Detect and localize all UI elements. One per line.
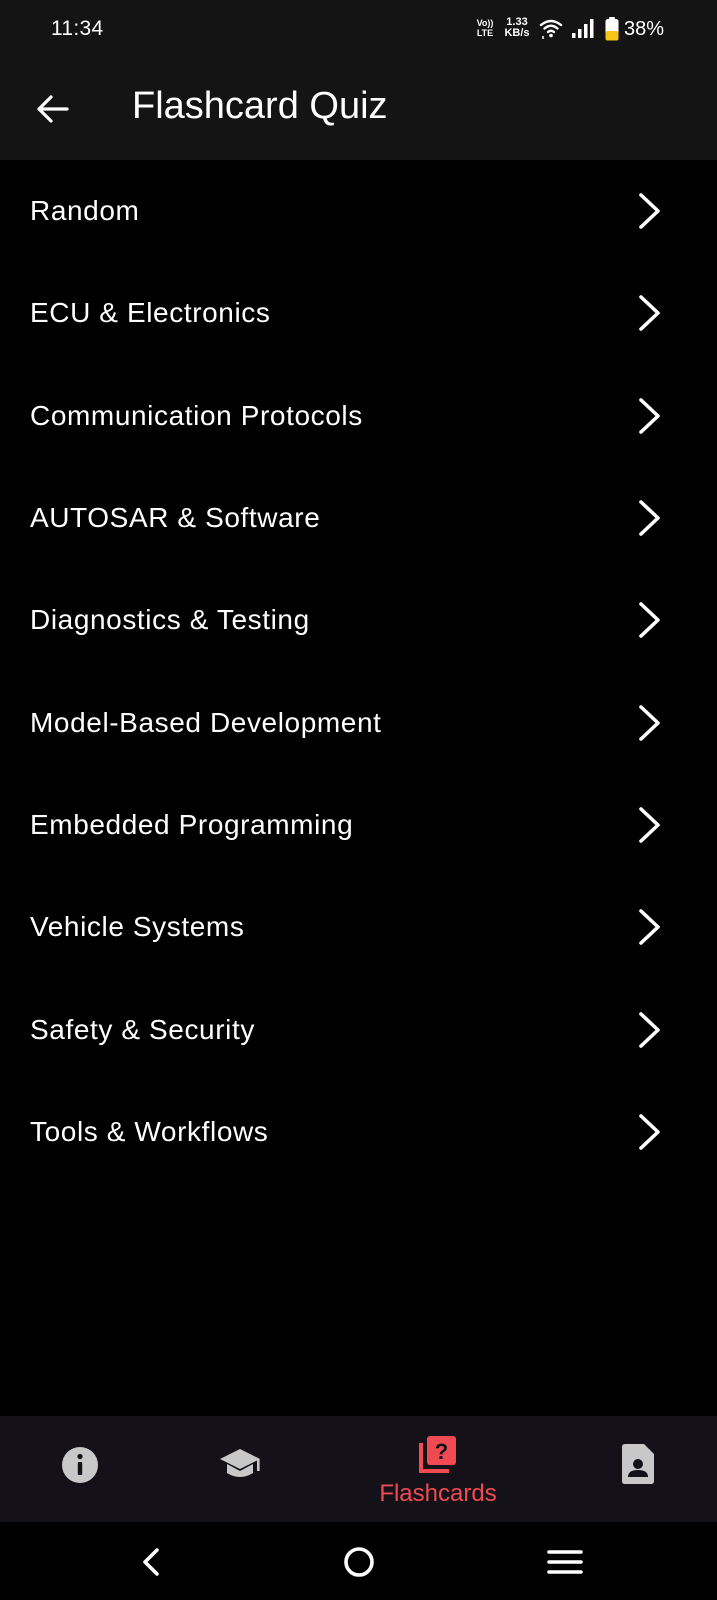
bottom-navigation: ? Flashcards <box>0 1416 717 1522</box>
battery-icon <box>605 17 619 41</box>
volte-indicator: Vo)) LTE <box>476 18 494 38</box>
chevron-right-icon <box>639 193 660 229</box>
chevron-right-icon <box>639 397 660 434</box>
category-label: Model-Based Development <box>30 706 382 738</box>
category-item-tools-workflows[interactable]: Tools & Workflows <box>0 1081 717 1183</box>
category-item-model-based-development[interactable]: Model-Based Development <box>0 671 717 773</box>
nav-item-profile[interactable] <box>568 1416 708 1522</box>
system-navigation-bar <box>0 1522 717 1600</box>
category-label: Diagnostics & Testing <box>30 604 310 636</box>
home-icon[interactable] <box>337 1540 381 1584</box>
category-label: Embedded Programming <box>30 808 354 840</box>
nav-item-info[interactable] <box>10 1416 150 1522</box>
arrow-back-icon[interactable] <box>34 91 70 127</box>
network-speed: 1.33 KB/s <box>504 16 530 39</box>
category-label: Communication Protocols <box>30 399 363 431</box>
info-icon <box>62 1447 98 1483</box>
nav-item-learn[interactable] <box>170 1416 310 1522</box>
page-title: Flashcard Quiz <box>132 85 388 127</box>
category-list: Random ECU & Electronics Communication P… <box>0 160 717 1183</box>
signal-icon <box>572 19 594 38</box>
category-item-vehicle-systems[interactable]: Vehicle Systems <box>0 876 717 978</box>
category-label: Random <box>30 195 140 227</box>
category-item-communication-protocols[interactable]: Communication Protocols <box>0 365 717 467</box>
battery-percent: 38% <box>624 18 665 40</box>
category-label: Safety & Security <box>30 1013 255 1045</box>
category-item-random[interactable]: Random <box>0 160 717 262</box>
recents-menu-icon[interactable] <box>543 1540 587 1584</box>
category-label: AUTOSAR & Software <box>30 502 321 534</box>
chevron-right-icon <box>639 295 660 332</box>
category-item-ecu-electronics[interactable]: ECU & Electronics <box>0 262 717 364</box>
category-item-diagnostics-testing[interactable]: Diagnostics & Testing <box>0 569 717 671</box>
flashcards-icon: ? <box>419 1436 456 1473</box>
category-item-autosar-software[interactable]: AUTOSAR & Software <box>0 467 717 569</box>
category-label: ECU & Electronics <box>30 297 271 329</box>
chevron-right-icon <box>639 1011 660 1048</box>
svg-text:?: ? <box>435 1439 448 1464</box>
category-item-embedded-programming[interactable]: Embedded Programming <box>0 774 717 876</box>
chevron-right-icon <box>639 602 660 639</box>
category-label: Tools & Workflows <box>30 1115 269 1147</box>
wifi-icon <box>539 19 563 39</box>
status-time: 11:34 <box>51 17 104 40</box>
chevron-right-icon <box>639 807 660 843</box>
graduation-cap-icon <box>220 1449 260 1477</box>
chevron-right-icon <box>639 1114 660 1150</box>
category-label: Vehicle Systems <box>30 911 245 943</box>
chevron-right-icon <box>639 500 660 536</box>
contact-card-icon <box>622 1444 654 1484</box>
nav-label-flashcards: Flashcards <box>379 1480 497 1507</box>
category-item-safety-security[interactable]: Safety & Security <box>0 978 717 1080</box>
nav-item-flashcards[interactable]: ? Flashcards <box>368 1416 508 1522</box>
back-icon[interactable] <box>130 1540 174 1584</box>
app-bar: Flashcard Quiz <box>0 60 717 160</box>
chevron-right-icon <box>639 909 660 946</box>
status-bar: 11:34 Vo)) LTE 1.33 KB/s 38% <box>0 0 717 60</box>
chevron-right-icon <box>639 704 660 741</box>
